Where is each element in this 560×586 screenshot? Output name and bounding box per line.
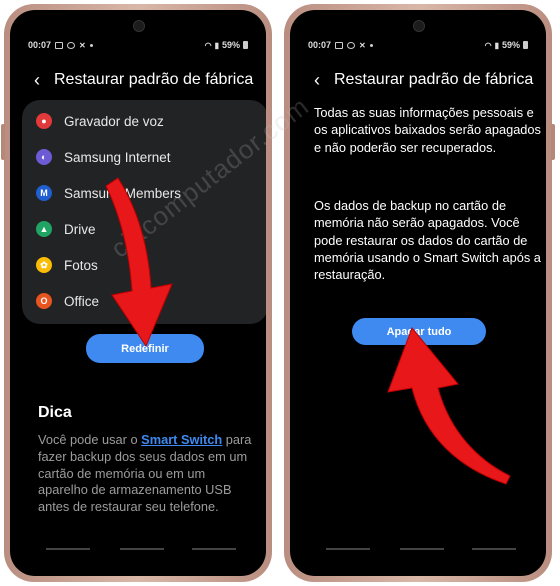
app-list-item: ◐ Samsung Internet [36, 142, 171, 172]
warning-paragraph-data-loss: Todas as suas informações pessoais e os … [314, 105, 541, 155]
screen-right: 00:07 ✕ ◠ ▮ 59% ‹ Restaurar padrão de fá… [290, 10, 546, 576]
app-label: Samsung Internet [64, 149, 171, 165]
app-list-item: ✿ Fotos [36, 250, 98, 280]
nav-home-button[interactable] [120, 548, 164, 550]
samsung-internet-icon: ◐ [36, 149, 52, 165]
battery-icon [243, 41, 248, 49]
app-label: Fotos [64, 257, 98, 273]
app-list-item: ● Gravador de voz [36, 106, 164, 136]
reset-button[interactable]: Redefinir [86, 334, 204, 363]
nav-home-button[interactable] [400, 548, 444, 550]
voice-recorder-icon: ● [36, 113, 52, 129]
app-label: Office [64, 293, 100, 309]
signal-icon: ▮ [214, 40, 219, 50]
status-time: 00:07 [28, 40, 52, 50]
erase-all-button[interactable]: Apagar tudo [352, 318, 486, 345]
samsung-members-icon: M [36, 185, 52, 201]
app-list-item: M Samsung Members [36, 178, 181, 208]
affected-apps-list: ● Gravador de voz ◐ Samsung Internet M Samsun… [22, 100, 266, 324]
tip-text-start: Você pode usar o [38, 432, 142, 447]
warning-paragraph-backup: Os dados de backup no cartão de memória … [314, 198, 541, 283]
sync-icon [347, 41, 356, 49]
page-title: Restaurar padrão de fábrica [334, 71, 534, 88]
more-notifications-icon [89, 43, 93, 47]
wifi-icon: ◠ [484, 40, 492, 50]
app-bar: ‹ Restaurar padrão de fábrica [304, 66, 536, 94]
battery-percent: 59% [501, 40, 520, 50]
gallery-notification-icon [55, 41, 64, 49]
front-camera [413, 20, 425, 32]
side-button [551, 124, 555, 160]
volume-button [1, 124, 5, 160]
phone-frame-right: 00:07 ✕ ◠ ▮ 59% ‹ Restaurar padrão de fá… [284, 4, 555, 582]
phone-frame-left: 00:07 ✕ ◠ ▮ 59% ‹ Restaurar padrão de fá… [1, 4, 272, 582]
back-arrow-icon[interactable]: ‹ [24, 67, 50, 93]
nav-recent-button[interactable] [326, 548, 370, 550]
front-camera [133, 20, 145, 32]
nav-recent-button[interactable] [46, 548, 90, 550]
app-label: Gravador de voz [64, 113, 164, 129]
status-bar: 00:07 ✕ ◠ ▮ 59% [28, 40, 248, 56]
app-label: Samsung Members [64, 185, 182, 201]
back-arrow-icon[interactable]: ‹ [304, 67, 330, 93]
tip-heading: Dica [38, 404, 72, 421]
google-photos-icon: ✿ [36, 257, 52, 273]
office-icon: O [36, 293, 52, 309]
app-label: Drive [64, 221, 96, 237]
app-bar: ‹ Restaurar padrão de fábrica [24, 66, 256, 94]
app-list-item: O Office [36, 286, 99, 316]
signal-icon: ▮ [494, 40, 499, 50]
messenger-icon: ✕ [79, 40, 86, 50]
app-list-item: ▲ Drive [36, 214, 96, 244]
gallery-notification-icon [335, 41, 344, 49]
sync-icon [67, 41, 76, 49]
more-notifications-icon [369, 43, 373, 47]
screen-left: 00:07 ✕ ◠ ▮ 59% ‹ Restaurar padrão de fá… [10, 10, 266, 576]
messenger-icon: ✕ [359, 40, 366, 50]
battery-icon [523, 41, 528, 49]
status-bar: 00:07 ✕ ◠ ▮ 59% [308, 40, 528, 56]
page-title: Restaurar padrão de fábrica [54, 71, 254, 88]
wifi-icon: ◠ [204, 40, 212, 50]
tip-text: Você pode usar o Smart Switch para fazer… [38, 432, 258, 516]
battery-percent: 59% [221, 40, 240, 50]
smart-switch-link[interactable]: Smart Switch [141, 432, 222, 447]
nav-back-button[interactable] [192, 548, 236, 550]
google-drive-icon: ▲ [36, 221, 52, 237]
status-time: 00:07 [308, 40, 332, 50]
nav-back-button[interactable] [472, 548, 516, 550]
